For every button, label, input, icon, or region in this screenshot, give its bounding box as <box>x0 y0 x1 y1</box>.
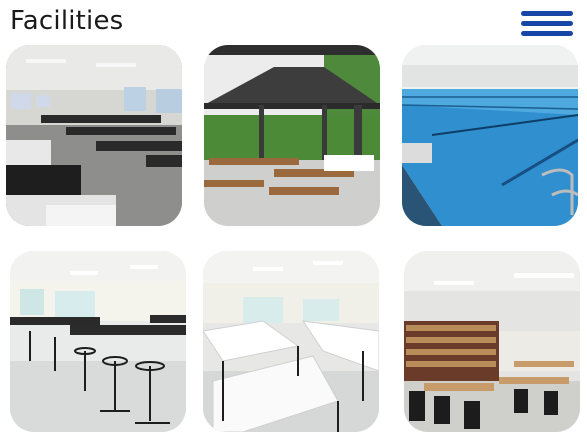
gallery-tile-pool[interactable] <box>402 45 578 226</box>
drafting-tables-room-photo <box>203 251 379 432</box>
gallery-tile-library[interactable] <box>404 251 580 432</box>
page-title: Facilities <box>10 6 124 36</box>
hamburger-menu-icon <box>521 11 573 16</box>
outdoor-gazebo-picnic-area-photo <box>204 45 380 226</box>
cafeteria-dining-hall-photo <box>6 45 182 226</box>
gallery-tile-drafting[interactable] <box>203 251 379 432</box>
swimming-pool-photo <box>402 45 578 226</box>
gallery-tile-gazebo[interactable] <box>204 45 380 226</box>
hamburger-menu-icon-bar <box>521 21 573 26</box>
gallery-tile-cafeteria[interactable] <box>6 45 182 226</box>
laboratory-stools-room-photo <box>10 251 186 432</box>
hamburger-menu-icon-bar <box>521 31 573 36</box>
library-reading-area-photo <box>404 251 580 432</box>
hamburger-menu-button[interactable] <box>521 10 573 38</box>
gallery-tile-lab[interactable] <box>10 251 186 432</box>
